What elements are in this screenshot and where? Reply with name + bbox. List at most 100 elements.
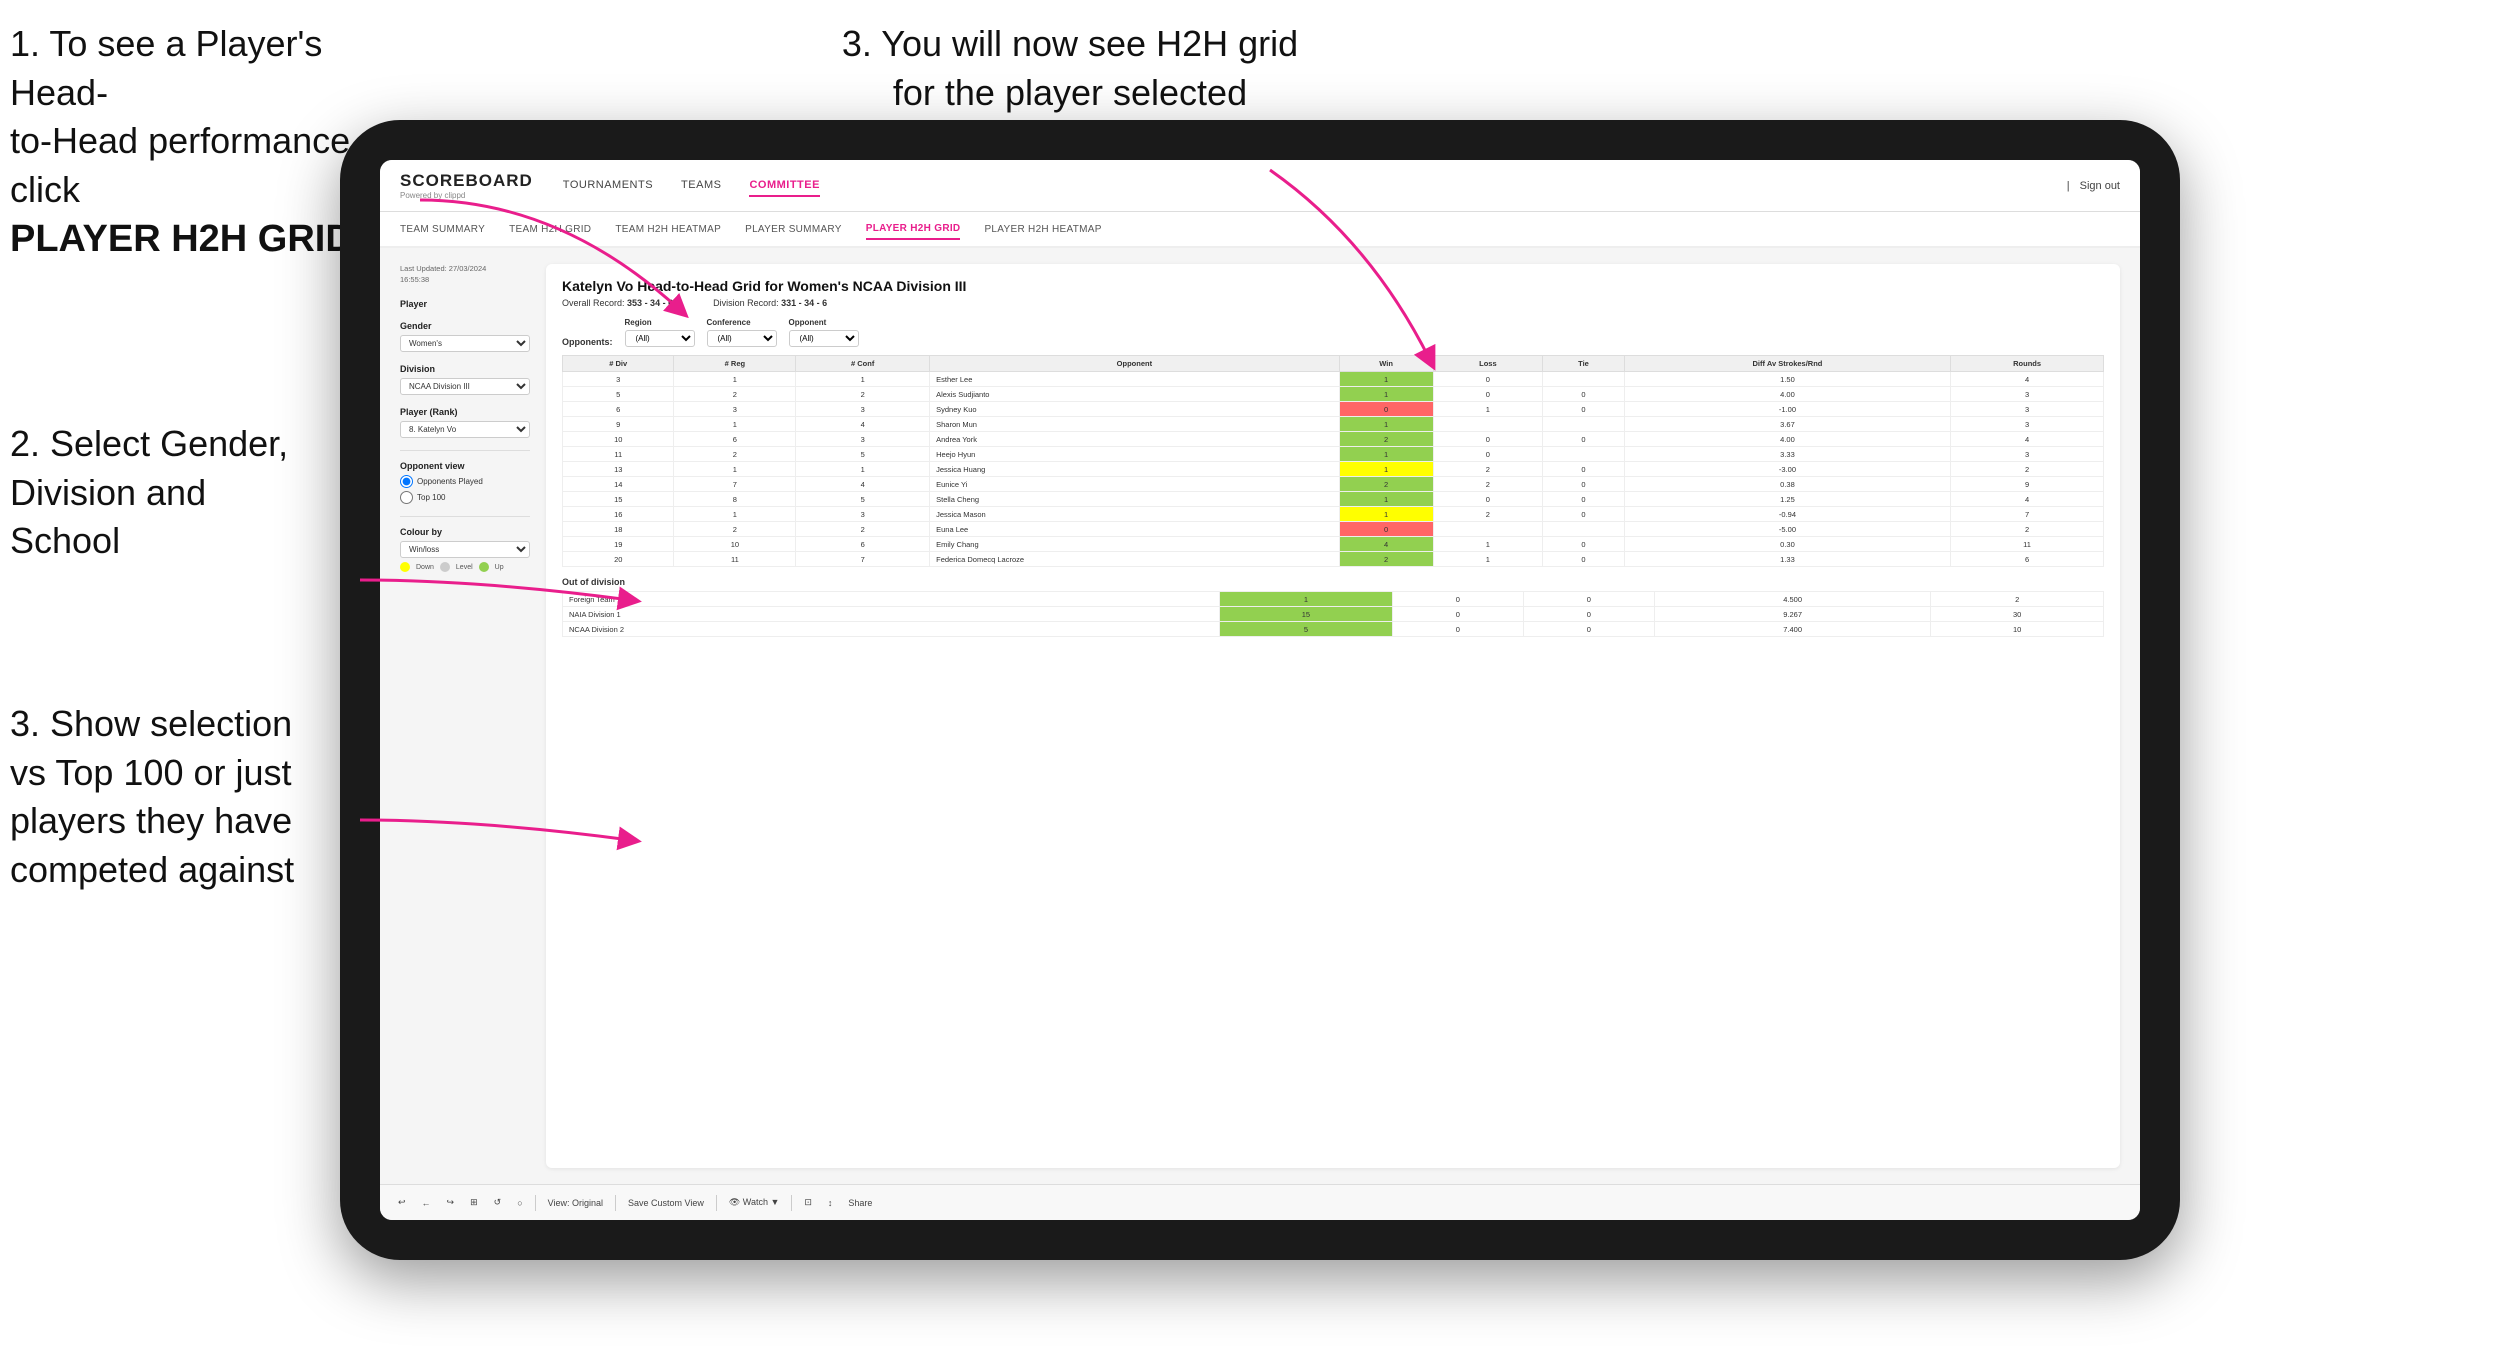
opponents-played-radio[interactable] [400,475,413,488]
ood-table-body: Foreign Team 1 0 0 4.500 2 NAIA Division… [563,592,2104,637]
sidebar-divider-1 [400,450,530,451]
grid-button[interactable]: ⊞ [466,1195,482,1210]
back-button[interactable]: ← [418,1196,435,1210]
td-div: 10 [563,432,674,447]
instruction-mid-left: 2. Select Gender, Division and School [10,420,370,566]
td-reg: 1 [674,507,796,522]
ood-win: 1 [1220,592,1393,607]
td-reg: 3 [674,402,796,417]
arrow-1 [260,190,760,390]
player-rank-select[interactable]: 8. Katelyn Vo [400,421,530,438]
table-row: 14 7 4 Eunice Yi 2 2 0 0.38 9 [563,477,2104,492]
ood-tie: 0 [1523,622,1654,637]
table-row: 16 1 3 Jessica Mason 1 2 0 -0.94 7 [563,507,2104,522]
td-opponent: Heejo Hyun [930,447,1340,462]
td-tie: 0 [1543,537,1625,552]
arrow-3 [330,520,680,700]
watch-label: 👁 Watch ▼ [729,1197,780,1208]
td-opponent: Andrea York [930,432,1340,447]
td-div: 15 [563,492,674,507]
td-tie: 0 [1543,432,1625,447]
td-diff: 1.50 [1624,372,1950,387]
sub-nav-player-h2h-grid[interactable]: PLAYER H2H GRID [866,219,961,240]
ood-win: 5 [1220,622,1393,637]
td-conf: 1 [796,372,930,387]
share-button[interactable]: Share [844,1196,876,1210]
bottom-toolbar: ↩ ← ↪ ⊞ ↺ ○ View: Original Save Custom V… [380,1184,2140,1220]
undo-button[interactable]: ↩ [394,1195,410,1210]
td-opponent: Emily Chang [930,537,1340,552]
opponents-played-option[interactable]: Opponents Played [400,475,530,488]
ood-table-row: NCAA Division 2 5 0 0 7.400 10 [563,622,2104,637]
td-div: 13 [563,462,674,477]
ood-loss: 0 [1392,622,1523,637]
td-loss [1433,417,1543,432]
td-conf: 2 [796,522,930,537]
watch-button[interactable]: 👁 Watch ▼ [725,1195,784,1210]
ood-table-row: Foreign Team 1 0 0 4.500 2 [563,592,2104,607]
table-row: 13 1 1 Jessica Huang 1 2 0 -3.00 2 [563,462,2104,477]
table-row: 9 1 4 Sharon Mun 1 3.67 3 [563,417,2104,432]
td-conf: 6 [796,537,930,552]
td-rounds: 3 [1951,447,2104,462]
td-conf: 2 [796,387,930,402]
toolbar-sep-4 [791,1195,792,1211]
td-conf: 5 [796,492,930,507]
td-div: 6 [563,402,674,417]
td-loss: 1 [1433,552,1543,567]
refresh-button[interactable]: ↺ [490,1195,506,1210]
td-reg: 1 [674,417,796,432]
td-loss: 0 [1433,492,1543,507]
table-row: 10 6 3 Andrea York 2 0 0 4.00 4 [563,432,2104,447]
view-original-button[interactable]: View: Original [544,1196,607,1210]
td-tie: 0 [1543,477,1625,492]
top100-label: Top 100 [417,493,445,502]
save-custom-view-label: Save Custom View [628,1198,704,1208]
td-diff: -3.00 [1624,462,1950,477]
top100-option[interactable]: Top 100 [400,491,530,504]
td-diff: 1.25 [1624,492,1950,507]
td-loss: 2 [1433,507,1543,522]
ood-win: 15 [1220,607,1393,622]
instruction-bottom-text: 3. Show selectionvs Top 100 or justplaye… [10,703,294,890]
nav-committee[interactable]: COMMITTEE [749,175,820,197]
opponent-select[interactable]: (All) [789,330,859,347]
td-win: 2 [1339,477,1433,492]
layout-button[interactable]: ⊡ [800,1195,816,1210]
td-conf: 5 [796,447,930,462]
td-tie: 0 [1543,492,1625,507]
td-diff: 3.67 [1624,417,1950,432]
instruction-top-right-text: 3. You will now see H2H gridfor the play… [842,23,1298,113]
td-rounds: 6 [1951,552,2104,567]
td-loss: 2 [1433,477,1543,492]
td-rounds: 11 [1951,537,2104,552]
save-custom-view-button[interactable]: Save Custom View [624,1196,708,1210]
td-diff: 0.38 [1624,477,1950,492]
instruction-line1: 1. To see a Player's Head- [10,23,322,113]
td-conf: 3 [796,507,930,522]
td-win: 4 [1339,537,1433,552]
td-loss: 2 [1433,462,1543,477]
td-reg: 1 [674,462,796,477]
td-rounds: 3 [1951,402,2104,417]
toolbar-sep-3 [716,1195,717,1211]
sidebar: Last Updated: 27/03/2024 16:55:38 Player… [400,264,530,1168]
ood-tie: 0 [1523,592,1654,607]
td-diff: -0.94 [1624,507,1950,522]
sidebar-opponent-view-section: Opponent view Opponents Played Top 100 [400,461,530,504]
circle-button[interactable]: ○ [513,1196,526,1210]
top100-radio[interactable] [400,491,413,504]
td-rounds: 4 [1951,372,2104,387]
resize-button[interactable]: ↕ [824,1196,837,1210]
td-diff: -1.00 [1624,402,1950,417]
td-conf: 4 [796,477,930,492]
toolbar-sep-2 [615,1195,616,1211]
td-reg: 10 [674,537,796,552]
redo-button[interactable]: ↪ [443,1195,459,1210]
sign-out-link[interactable]: Sign out [2080,180,2120,192]
view-original-label: View: Original [548,1198,603,1208]
td-tie: 0 [1543,462,1625,477]
th-conf: # Conf [796,356,930,372]
td-div: 11 [563,447,674,462]
th-diff: Diff Av Strokes/Rnd [1624,356,1950,372]
